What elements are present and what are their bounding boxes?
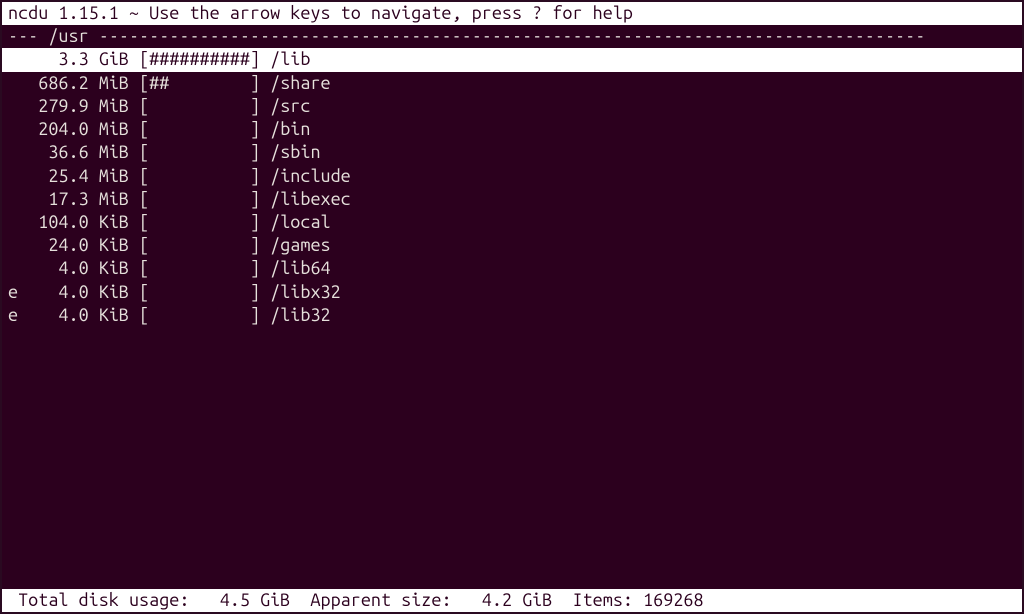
list-item[interactable]: 686.2 MiB [## ] /share (8, 72, 1016, 95)
row-name: /share (260, 73, 331, 93)
list-item[interactable]: e 4.0 KiB [ ] /libx32 (8, 281, 1016, 304)
row-flag (8, 142, 18, 162)
row-flag (8, 235, 18, 255)
row-name: /lib32 (260, 305, 331, 325)
row-size: 4.0 KiB (18, 282, 129, 302)
row-size: 36.6 MiB (18, 142, 129, 162)
row-size: 17.3 MiB (18, 189, 129, 209)
row-bar: [ ] (139, 305, 260, 325)
row-name: /games (260, 235, 331, 255)
row-name: /lib64 (260, 258, 331, 278)
row-flag (8, 49, 18, 69)
list-item[interactable]: 36.6 MiB [ ] /sbin (8, 141, 1016, 164)
items-value: 169268 (633, 589, 704, 612)
ncdu-terminal[interactable]: ncdu 1.15.1 ~ Use the arrow keys to navi… (2, 2, 1022, 612)
row-bar: [ ] (139, 212, 260, 232)
list-item[interactable]: 25.4 MiB [ ] /include (8, 165, 1016, 188)
row-size: 24.0 KiB (18, 235, 129, 255)
row-size: 4.0 KiB (18, 305, 129, 325)
list-item[interactable]: 104.0 KiB [ ] /local (8, 211, 1016, 234)
row-name: /include (260, 166, 351, 186)
row-bar: [ ] (139, 258, 260, 278)
row-bar: [ ] (139, 235, 260, 255)
row-size: 204.0 MiB (18, 119, 129, 139)
row-name: /libx32 (260, 282, 341, 302)
row-flag (8, 73, 18, 93)
header-bar: ncdu 1.15.1 ~ Use the arrow keys to navi… (2, 2, 1022, 25)
row-bar: [ ] (139, 189, 260, 209)
help-suffix: for help (542, 2, 633, 25)
app-version: ncdu 1.15.1 ~ Use the arrow keys to navi… (8, 2, 532, 25)
help-key[interactable]: ? (532, 2, 542, 25)
row-flag (8, 119, 18, 139)
row-size: 279.9 MiB (18, 96, 129, 116)
list-item[interactable]: 24.0 KiB [ ] /games (8, 234, 1016, 257)
row-size: 104.0 KiB (18, 212, 129, 232)
row-bar: [## ] (139, 73, 260, 93)
list-item[interactable]: e 4.0 KiB [ ] /lib32 (8, 304, 1016, 327)
row-name: /libexec (260, 189, 351, 209)
row-size: 4.0 KiB (18, 258, 129, 278)
row-size: 686.2 MiB (18, 73, 129, 93)
row-size: 25.4 MiB (18, 166, 129, 186)
row-flag (8, 212, 18, 232)
list-item[interactable]: 4.0 KiB [ ] /lib64 (8, 257, 1016, 280)
row-flag (8, 96, 18, 116)
list-item[interactable]: 204.0 MiB [ ] /bin (8, 118, 1016, 141)
row-name: /sbin (260, 142, 320, 162)
row-name: /lib (260, 49, 310, 69)
row-bar: [ ] (139, 119, 260, 139)
footer-bar: Total disk usage: 4.5 GiB Apparent size:… (2, 589, 1022, 612)
list-item[interactable]: 279.9 MiB [ ] /src (8, 95, 1016, 118)
total-disk-usage-label: Total disk usage: (8, 589, 189, 612)
path-line: --- /usr -------------------------------… (2, 25, 1022, 48)
row-name: /local (260, 212, 331, 232)
row-name: /bin (260, 119, 310, 139)
row-flag (8, 258, 18, 278)
row-flag: e (8, 305, 18, 325)
items-label: Items: (552, 589, 633, 612)
row-flag (8, 166, 18, 186)
total-disk-usage-value: 4.5 GiB (189, 589, 290, 612)
row-bar: [ ] (139, 282, 260, 302)
path-prefix: --- (8, 26, 48, 46)
row-flag: e (8, 282, 18, 302)
row-bar: [ ] (139, 166, 260, 186)
row-size: 3.3 GiB (18, 49, 129, 69)
current-dir: /usr (48, 26, 88, 46)
row-bar: [ ] (139, 142, 260, 162)
list-item[interactable]: 17.3 MiB [ ] /libexec (8, 188, 1016, 211)
row-flag (8, 189, 18, 209)
file-list[interactable]: 3.3 GiB [##########] /lib 686.2 MiB [## … (2, 48, 1022, 588)
row-bar: [##########] (139, 49, 260, 69)
path-dashes-fill: ----------------------------------------… (89, 26, 926, 46)
apparent-size-value: 4.2 GiB (452, 589, 553, 612)
apparent-size-label: Apparent size: (290, 589, 451, 612)
row-bar: [ ] (139, 96, 260, 116)
list-item[interactable]: 3.3 GiB [##########] /lib (2, 48, 1022, 71)
row-name: /src (260, 96, 310, 116)
